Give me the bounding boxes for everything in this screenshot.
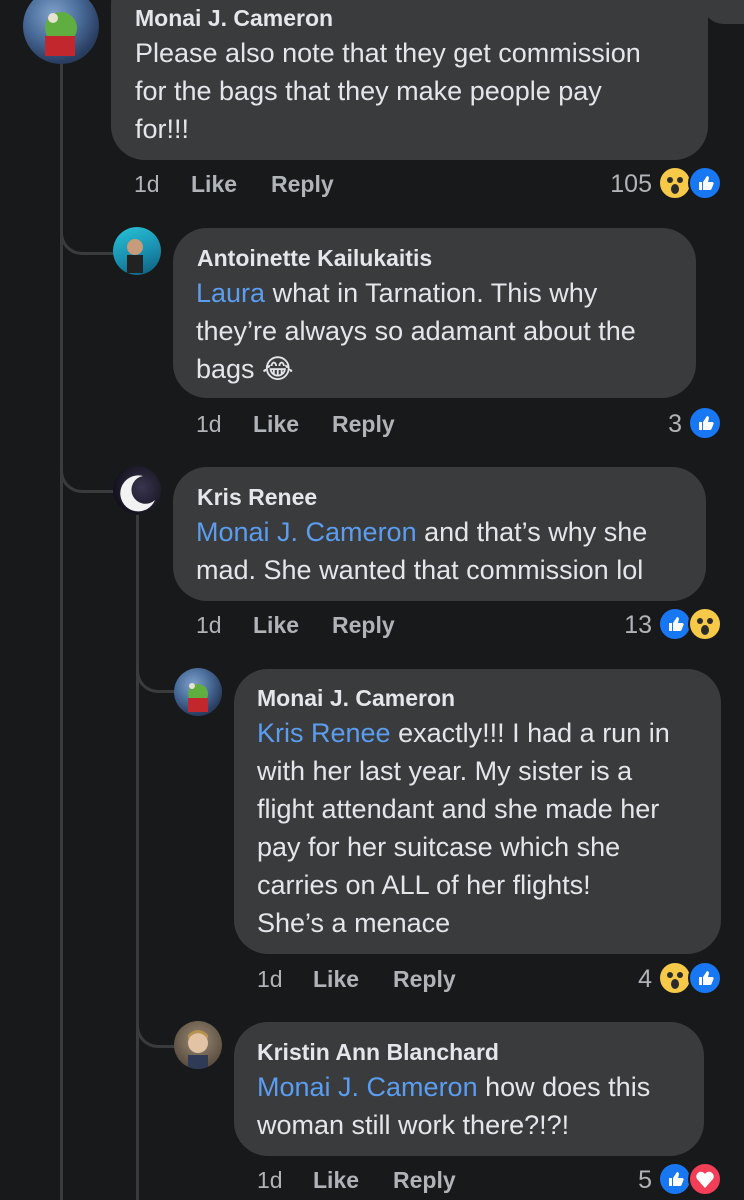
- like-icon: [688, 961, 722, 995]
- thread-branch-1: [60, 200, 115, 255]
- mention-link[interactable]: Monai J. Cameron: [257, 1072, 478, 1102]
- avatar-photo-icon: [188, 683, 208, 712]
- thread-branch-4: [136, 995, 175, 1048]
- bubble-corner: [702, 0, 744, 24]
- reply-button[interactable]: Reply: [393, 966, 456, 993]
- thread-line-nested: [136, 515, 139, 1200]
- avatar-photo-icon: [127, 239, 143, 273]
- comment-author[interactable]: Monai J. Cameron: [257, 685, 455, 712]
- avatar[interactable]: [23, 0, 99, 64]
- like-button[interactable]: Like: [313, 966, 359, 993]
- comment-time[interactable]: 1d: [257, 966, 283, 993]
- reaction-count[interactable]: 13: [604, 611, 652, 640]
- love-icon: [688, 1162, 722, 1196]
- comment-text: Laura what in Tarnation. This why they’r…: [196, 278, 636, 384]
- comment-text: Monai J. Cameron and that’s why she mad.…: [196, 517, 648, 585]
- avatar[interactable]: [174, 1021, 222, 1069]
- comment-text: Kris Renee exactly!!! I had a run in wit…: [257, 718, 670, 938]
- reaction-count[interactable]: 5: [616, 1166, 652, 1195]
- comment-author[interactable]: Kris Renee: [197, 484, 317, 511]
- avatar-photo-icon: [188, 1030, 208, 1069]
- comment-text: Monai J. Cameron how does this woman sti…: [257, 1072, 651, 1140]
- like-icon: [658, 607, 692, 641]
- mention-link[interactable]: Laura: [196, 278, 265, 308]
- reaction-count[interactable]: 3: [640, 410, 682, 439]
- like-button[interactable]: Like: [313, 1167, 359, 1194]
- like-icon: [688, 166, 722, 200]
- like-button[interactable]: Like: [253, 612, 299, 639]
- mention-link[interactable]: Kris Renee: [257, 718, 391, 748]
- comment-time[interactable]: 1d: [134, 171, 160, 198]
- reply-button[interactable]: Reply: [271, 171, 334, 198]
- like-icon: [688, 406, 722, 440]
- comment-time[interactable]: 1d: [196, 411, 222, 438]
- avatar[interactable]: [174, 668, 222, 716]
- like-icon: [658, 1162, 692, 1196]
- reply-button[interactable]: Reply: [393, 1167, 456, 1194]
- comment-author[interactable]: Kristin Ann Blanchard: [257, 1039, 499, 1066]
- reply-button[interactable]: Reply: [332, 411, 395, 438]
- like-button[interactable]: Like: [253, 411, 299, 438]
- mention-link[interactable]: Monai J. Cameron: [196, 517, 417, 547]
- avatar[interactable]: [113, 466, 161, 514]
- comment-time[interactable]: 1d: [257, 1167, 283, 1194]
- comment-author[interactable]: Antoinette Kailukaitis: [197, 245, 432, 272]
- comment-author[interactable]: Monai J. Cameron: [135, 5, 333, 32]
- wow-icon: [658, 961, 692, 995]
- comment-time[interactable]: 1d: [196, 612, 222, 639]
- wow-icon: [658, 166, 692, 200]
- comment-text: Please also note that they get commissio…: [135, 38, 641, 144]
- thread-branch-2: [60, 440, 115, 493]
- wow-icon: [688, 607, 722, 641]
- like-button[interactable]: Like: [191, 171, 237, 198]
- thread-branch-3: [136, 640, 175, 693]
- avatar-photo-icon: [45, 12, 77, 56]
- reaction-count[interactable]: 4: [616, 965, 652, 994]
- avatar-photo-icon: [120, 475, 155, 512]
- reaction-count[interactable]: 105: [590, 170, 652, 199]
- reply-button[interactable]: Reply: [332, 612, 395, 639]
- avatar[interactable]: [113, 227, 161, 275]
